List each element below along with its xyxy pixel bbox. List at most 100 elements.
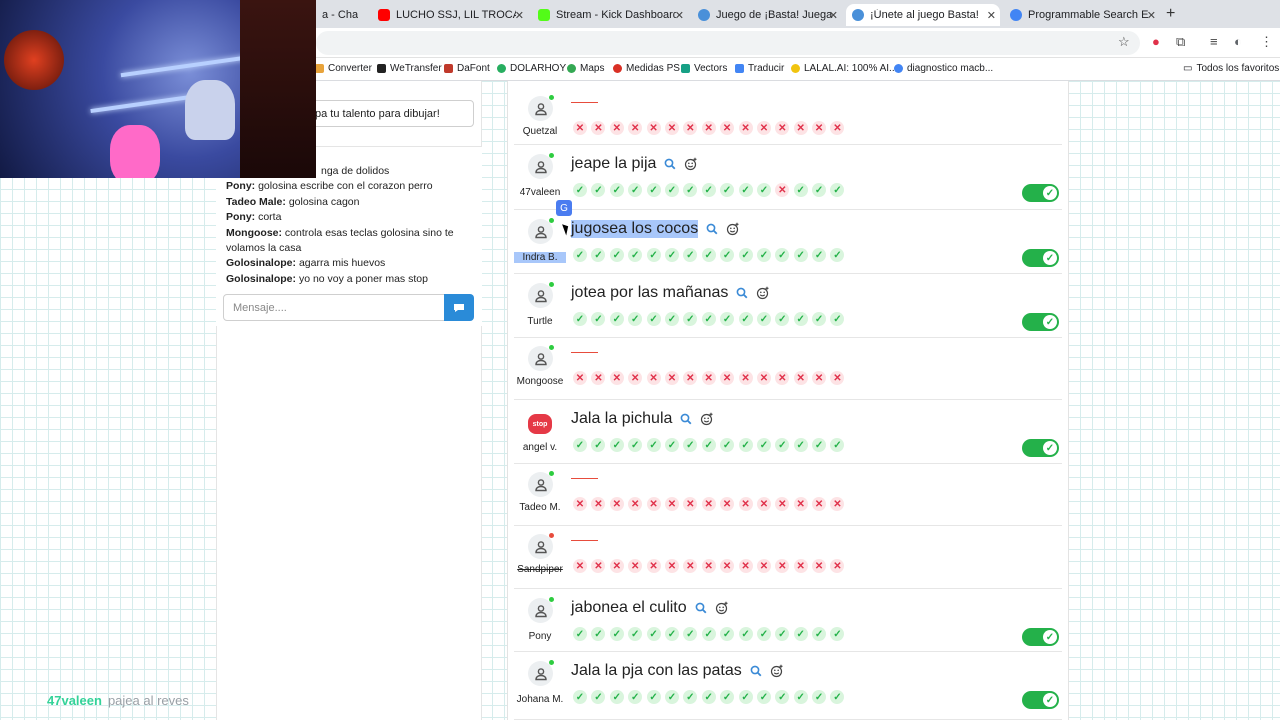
chat-message: Pony: golosina escribe con el corazon pe… — [226, 179, 476, 194]
check-icon: ✓ — [756, 627, 771, 641]
add-reaction-icon[interactable] — [684, 157, 698, 171]
player-answer: jabonea el culito — [571, 599, 729, 617]
bookmark-label: WeTransfer — [390, 63, 442, 74]
approve-toggle[interactable]: ✓ — [1022, 313, 1059, 331]
status-dot — [549, 660, 554, 665]
answer-text: jotea por las mañanas — [571, 284, 729, 301]
maps-icon — [567, 64, 576, 73]
approve-toggle[interactable]: ✓ — [1022, 439, 1059, 457]
bookmark-item[interactable]: Converter — [315, 63, 372, 74]
bookmark-item[interactable]: DaFont — [444, 63, 490, 74]
chat-messages: nga de dolidos Pony: golosina escribe co… — [226, 164, 476, 287]
close-icon[interactable]: ✕ — [829, 9, 838, 22]
check-icon: ✓ — [830, 438, 845, 452]
player-name: Quetzal — [522, 126, 558, 137]
message-input[interactable]: Mensaje.... — [223, 294, 445, 321]
vote-marks: ✕ ✕ ✕ ✕ ✕ ✕ ✕ ✕ ✕ ✕ ✕ ✕ ✕ ✕ ✕ — [573, 559, 845, 573]
bookmark-label: DaFont — [457, 63, 490, 74]
webcam-figure — [110, 125, 160, 178]
check-icon: ✓ — [756, 183, 771, 197]
check-icon: ✓ — [1043, 186, 1057, 200]
search-icon[interactable] — [706, 223, 718, 235]
bookmark-icon — [444, 64, 453, 73]
tab-juego-basta[interactable]: Juego de ¡Basta! Juega Stop ✕ — [692, 4, 842, 26]
close-icon[interactable]: ✕ — [675, 9, 684, 22]
search-icon[interactable] — [680, 413, 692, 425]
check-icon: ✓ — [793, 183, 808, 197]
check-icon: ✓ — [646, 438, 661, 452]
playlist-icon[interactable]: ≡ — [1210, 34, 1218, 49]
bookmark-item[interactable]: Traducir — [735, 63, 784, 74]
tab-unete-basta[interactable]: ¡Únete al juego Basta! ✕ — [846, 4, 1000, 26]
add-reaction-icon[interactable] — [726, 222, 740, 236]
close-icon[interactable]: ✕ — [515, 9, 524, 22]
chat-partial-line: nga de dolidos — [321, 165, 390, 177]
bookmark-label: Converter — [328, 63, 372, 74]
menu-icon[interactable]: ⋮ — [1260, 34, 1273, 50]
cross-icon: ✕ — [756, 559, 771, 573]
bookmark-label: Traducir — [748, 63, 785, 74]
search-icon[interactable] — [695, 602, 707, 614]
check-icon: ✓ — [609, 438, 624, 452]
cross-icon: ✕ — [646, 497, 661, 511]
cross-icon: ✕ — [646, 121, 661, 135]
close-icon[interactable]: ✕ — [987, 9, 996, 22]
extension-icon[interactable]: ● — [1152, 34, 1160, 49]
cross-icon: ✕ — [812, 371, 827, 385]
bookmark-label: Todos los favoritos — [1196, 63, 1280, 74]
tab-chat[interactable]: a - Cha — [316, 4, 368, 26]
translate-icon[interactable]: G — [556, 200, 572, 216]
search-icon[interactable] — [736, 287, 748, 299]
cross-icon: ✕ — [830, 371, 845, 385]
vote-marks: ✓ ✓ ✓ ✓ ✓ ✓ ✓ ✓ ✓ ✓ ✓ ✓ ✓ ✓ ✓ — [573, 312, 845, 326]
check-icon: ✓ — [756, 312, 771, 326]
approve-toggle[interactable]: ✓ — [1022, 691, 1059, 709]
add-reaction-icon[interactable] — [756, 286, 770, 300]
address-bar[interactable] — [316, 31, 1140, 55]
bookmark-item[interactable]: Maps — [567, 63, 604, 74]
tab-kick-dashboard[interactable]: Stream - Kick Dashboard ✕ — [532, 4, 688, 26]
tab-youtube[interactable]: LUCHO SSJ, LIL TROCA, SIX ✕ — [372, 4, 528, 26]
check-icon: ✓ — [683, 183, 698, 197]
send-message-button[interactable] — [444, 294, 474, 321]
google-icon — [1010, 9, 1022, 21]
star-icon[interactable]: ☆ — [1118, 34, 1130, 50]
check-icon: ✓ — [793, 690, 808, 704]
check-icon: ✓ — [573, 627, 587, 641]
bookmark-item[interactable]: WeTransfer — [377, 63, 442, 74]
check-icon: ✓ — [701, 312, 716, 326]
approve-toggle[interactable]: ✓ — [1022, 184, 1059, 202]
tab-search-engine[interactable]: Programmable Search Engine ✕ — [1004, 4, 1160, 26]
check-icon: ✓ — [812, 627, 827, 641]
answer-text: Jala la pja con las patas — [571, 662, 742, 679]
search-icon[interactable] — [750, 665, 762, 677]
puzzle-icon[interactable]: ⧉ — [1176, 34, 1185, 50]
new-tab-button[interactable]: + — [1166, 5, 1175, 23]
check-icon: ✓ — [591, 312, 606, 326]
check-icon: ✓ — [793, 627, 808, 641]
approve-toggle[interactable]: ✓ — [1022, 249, 1059, 267]
bookmark-label: diagnostico macb... — [907, 63, 994, 74]
bookmark-item[interactable]: Vectors — [681, 63, 727, 74]
empty-answer-dash — [571, 540, 598, 541]
stop-badge-label: stop — [532, 420, 548, 428]
check-icon: ✓ — [701, 183, 716, 197]
tab-label: Juego de ¡Basta! Juega Stop — [716, 9, 836, 21]
status-dot — [549, 471, 554, 476]
status-dot — [549, 218, 554, 223]
check-icon: ✓ — [720, 248, 735, 262]
bookmark-item[interactable]: Medidas PS — [613, 63, 680, 74]
bookmark-item[interactable]: diagnostico macb... — [894, 63, 993, 74]
close-icon[interactable]: ✕ — [1147, 9, 1156, 22]
user-avatar-icon — [528, 282, 554, 308]
add-reaction-icon[interactable] — [770, 664, 784, 678]
profile-icon[interactable]: ◐ — [1234, 34, 1242, 49]
add-reaction-icon[interactable] — [700, 412, 714, 426]
bookmark-item[interactable]: LALAL.AI: 100% AI... — [791, 63, 897, 74]
add-reaction-icon[interactable] — [715, 601, 729, 615]
search-icon[interactable] — [664, 158, 676, 170]
bookmarks-folder[interactable]: ▭ Todos los favoritos — [1183, 63, 1279, 74]
bookmark-item[interactable]: DOLARHOY — [497, 63, 566, 74]
approve-toggle[interactable]: ✓ — [1022, 628, 1059, 646]
check-icon: ✓ — [775, 627, 790, 641]
